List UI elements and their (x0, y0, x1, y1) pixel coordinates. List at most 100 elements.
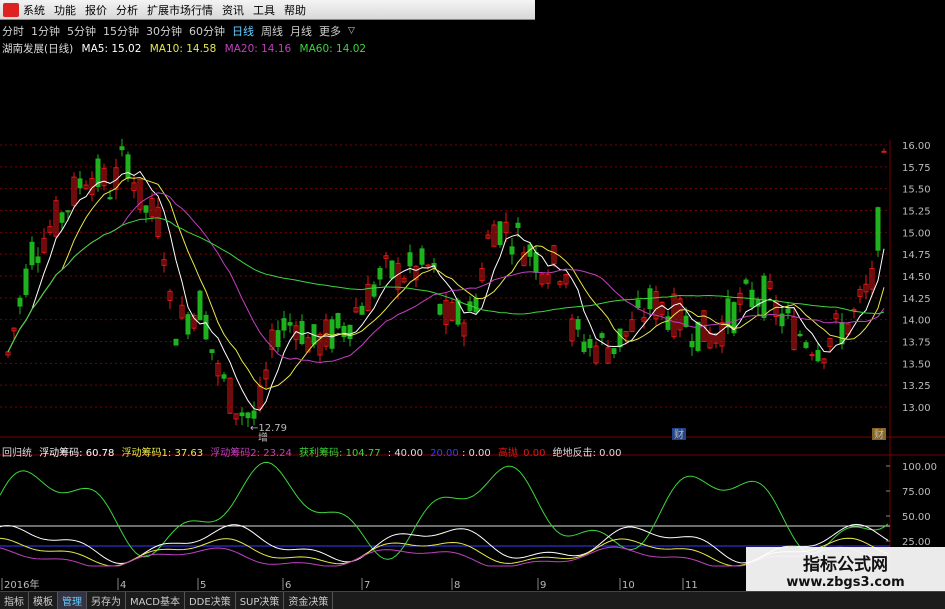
menu-help[interactable]: 帮助 (284, 2, 315, 18)
time-tick-label: 2016年 (4, 578, 39, 591)
candle-body (335, 313, 341, 329)
candle-body (587, 339, 593, 349)
candle-body (875, 207, 881, 251)
finance-marker-1: 财 (674, 428, 684, 441)
watermark-url: www.zbgs3.com (786, 575, 905, 590)
stock-chart[interactable]: 16.00 15.75 15.50 15.25 15.00 14.75 14.50 14.25… (0, 0, 945, 609)
finance-marker-2: 财 (874, 428, 884, 441)
indicator-legend: 回归统 浮动筹码: 60.78 浮动筹码1: 37.63 浮动筹码2: 23.2… (2, 444, 625, 459)
watermark-title: 指标公式网 (803, 555, 888, 575)
candle-body (785, 308, 791, 314)
candle-body (287, 322, 293, 326)
low-price-label: ←12.79 (250, 423, 287, 434)
indicator-grid (0, 454, 945, 547)
period-30min[interactable]: 30分钟 (146, 23, 182, 39)
price-axis: 16.00 15.75 15.50 15.25 15.00 14.75 14.50 14.25… (902, 141, 931, 414)
tab-save-as[interactable]: 另存为 (87, 592, 126, 609)
period-5min[interactable]: 5分钟 (67, 23, 96, 39)
menu-news[interactable]: 资讯 (222, 2, 253, 18)
candle-body (803, 342, 809, 348)
candle-body (581, 341, 587, 352)
indicator-tick-label: 50.00 (902, 512, 931, 523)
candle-body (239, 412, 245, 417)
candle-body (851, 308, 857, 311)
candle-body (275, 330, 281, 348)
candle-body (425, 264, 431, 267)
period-tick[interactable]: 分时 (2, 23, 24, 39)
period-weekly[interactable]: 周线 (261, 23, 283, 39)
tab-dde-decision[interactable]: DDE决策 (185, 592, 236, 609)
candle-body (221, 374, 227, 379)
ma5-value: MA5: 15.02 (81, 43, 142, 55)
candle-body (251, 410, 257, 419)
menu-system[interactable]: 系统 (23, 2, 54, 18)
candle-body (77, 178, 83, 189)
candle-body (359, 305, 365, 315)
period-1min[interactable]: 1分钟 (31, 23, 60, 39)
time-tick-label: 6 (285, 580, 291, 591)
menu-function[interactable]: 功能 (54, 2, 85, 18)
menu-tools[interactable]: 工具 (253, 2, 284, 18)
candle-body (347, 324, 353, 340)
menu-extended-market[interactable]: 扩展市场行情 (147, 2, 222, 18)
candle-body (809, 354, 815, 357)
price-tick-label: 14.00 (902, 316, 931, 327)
value-40: : 40.00 (387, 448, 423, 459)
menu-analysis[interactable]: 分析 (116, 2, 147, 18)
chart-markers: ←12.79增 财 财 (250, 423, 886, 444)
candle-body (881, 150, 887, 153)
stock-title: 湖南发展(日线) (2, 43, 74, 55)
candle-body (689, 340, 695, 348)
candle-body (437, 303, 443, 315)
period-daily[interactable]: 日线 (232, 23, 254, 39)
tab-sup-decision[interactable]: SUP决策 (236, 592, 285, 609)
tab-macd-basic[interactable]: MACD基本 (126, 592, 185, 609)
menu-bar: 系统 功能 报价 分析 扩展市场行情 资讯 工具 帮助 (0, 0, 535, 20)
candle-body (371, 284, 377, 297)
tab-manage[interactable]: 管理 (58, 592, 87, 609)
candle-body (617, 328, 623, 348)
high-sell-value: 0.00 (523, 448, 546, 459)
menu-quote[interactable]: 报价 (85, 2, 116, 18)
candle-body (497, 221, 503, 246)
period-more[interactable]: 更多 (319, 23, 341, 39)
value-blue: 20.00 (430, 448, 459, 459)
candle-body (185, 314, 191, 335)
tab-indicator[interactable]: 指标 (0, 592, 29, 609)
indicator-axis: 100.0075.0050.0025.00 (902, 462, 937, 548)
watermark: 指标公式网 www.zbgs3.com (746, 547, 945, 591)
float-chips-2: 浮动筹码2: 23.24 (210, 448, 292, 459)
time-axis: 2016年 4 5 6 7 8 9 10 11 (1, 578, 698, 591)
candle-body (281, 318, 287, 331)
candle-body (197, 290, 203, 321)
candle-body (695, 321, 701, 351)
price-tick-label: 15.00 (902, 228, 931, 239)
period-monthly[interactable]: 月线 (290, 23, 312, 39)
candle-body (329, 319, 335, 349)
tab-template[interactable]: 模板 (29, 592, 58, 609)
tab-fund-decision[interactable]: 资金决策 (284, 592, 334, 609)
time-tick-label: 4 (120, 580, 126, 591)
candle-body (65, 210, 71, 213)
chevron-down-icon[interactable]: ▽ (348, 26, 355, 36)
candle-body (419, 248, 425, 265)
profit-chips: 获利筹码: 104.77 (299, 448, 381, 459)
candle-body (839, 322, 845, 345)
indicator-name[interactable]: 回归统 (2, 448, 32, 459)
bottom-tab-bar: 指标 模板 管理 另存为 MACD基本 DDE决策 SUP决策 资金决策 (0, 591, 945, 609)
ma20-line (7, 192, 885, 364)
candle-body (761, 275, 767, 319)
candle-body (17, 297, 23, 307)
candle-body (107, 197, 113, 200)
period-15min[interactable]: 15分钟 (103, 23, 139, 39)
ma20-value: MA20: 14.16 (224, 43, 292, 55)
period-60min[interactable]: 60分钟 (189, 23, 225, 39)
candle-body (377, 267, 383, 280)
counterattack-value: 绝地反击: 0.00 (552, 448, 622, 459)
float-chips: 浮动筹码: 60.78 (39, 448, 115, 459)
time-tick-label: 8 (454, 580, 460, 591)
time-tick-label: 5 (200, 580, 206, 591)
low-marker-label: 增 (258, 431, 268, 444)
price-tick-label: 13.50 (902, 359, 931, 370)
candle-body (389, 260, 395, 279)
